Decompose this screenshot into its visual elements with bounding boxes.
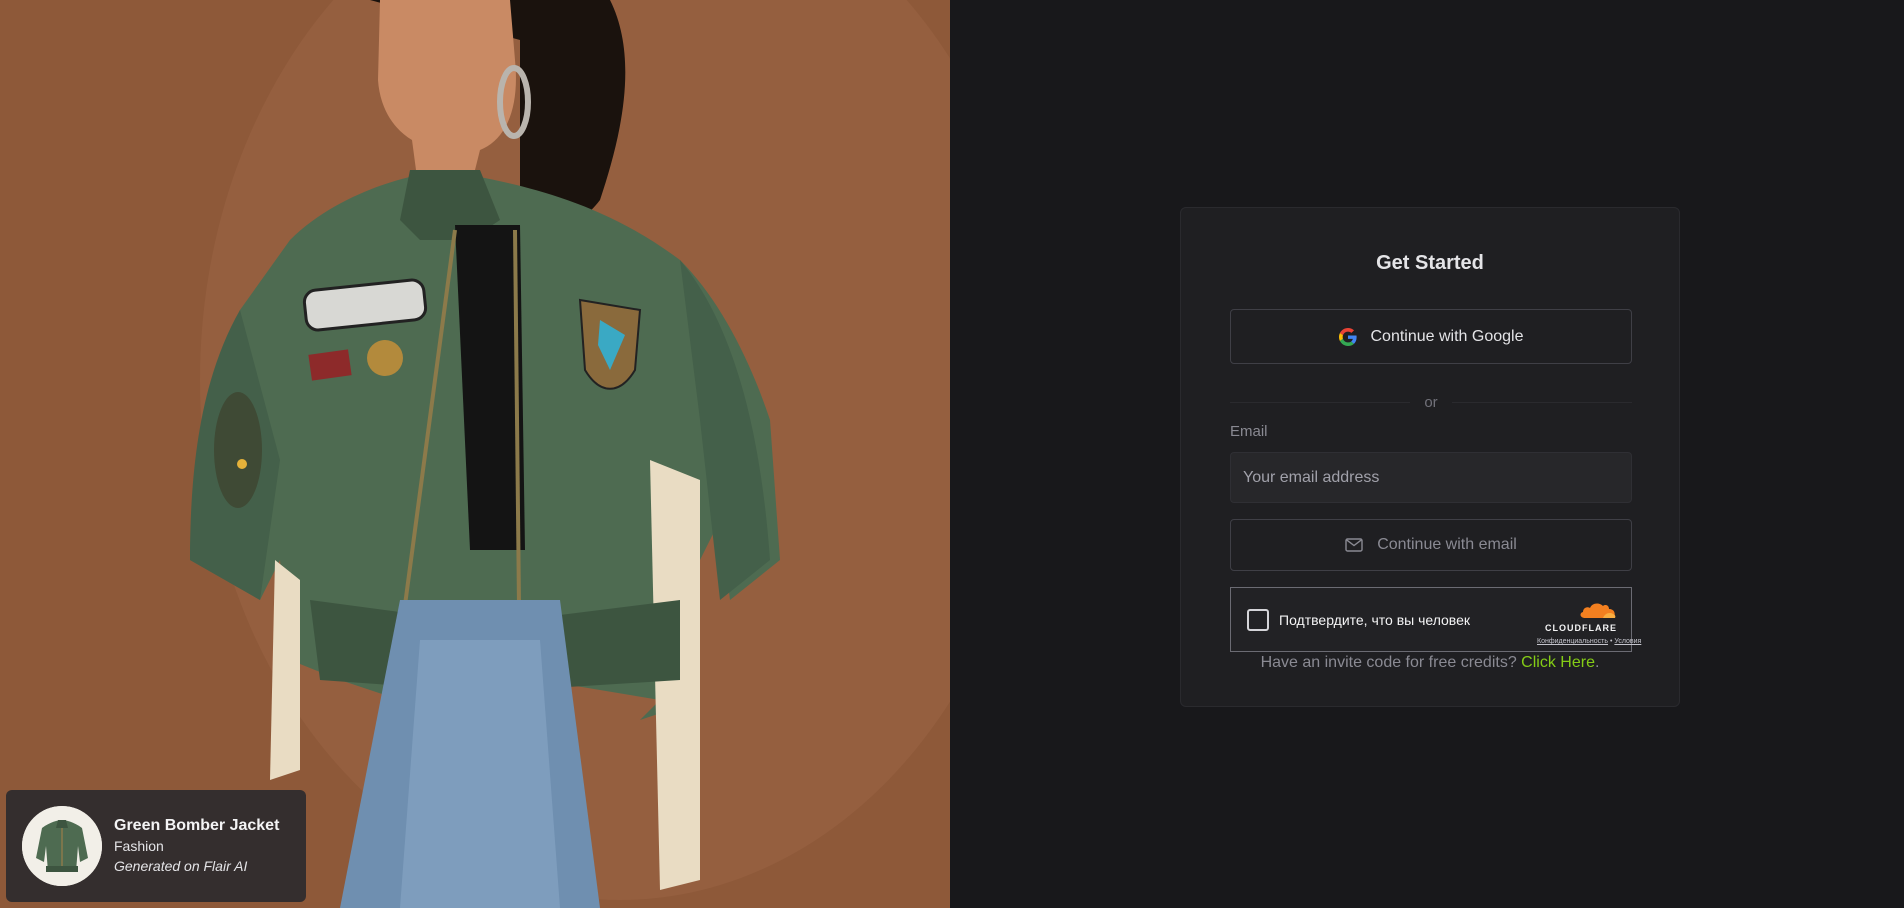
invite-period: . (1594, 654, 1600, 671)
captcha-links: Конфиденциальность • Условия (1537, 638, 1641, 645)
cloudflare-icon (1580, 603, 1616, 618)
caption-generated-by: Generated on Flair AI (114, 858, 248, 874)
jacket-thumbnail-icon (22, 806, 102, 886)
divider-line (1230, 401, 1411, 403)
or-divider: or (1230, 392, 1632, 412)
divider-line (1451, 401, 1632, 403)
privacy-link[interactable]: Конфиденциальность (1537, 638, 1608, 645)
email-input[interactable] (1230, 452, 1632, 503)
captcha-widget: Подтвердите, что вы человек CLOUDFLARE К… (1230, 587, 1641, 652)
invite-code-prompt: Have an invite code for free credits? Cl… (1181, 654, 1679, 672)
captcha-checkbox[interactable] (1247, 609, 1269, 631)
captcha-label: Подтвердите, что вы человек (1279, 612, 1470, 628)
model-illustration (0, 0, 950, 908)
captcha-links-separator: • (1609, 638, 1613, 645)
google-button-label: Continue with Google (1370, 327, 1524, 345)
email-button-label: Continue with email (1377, 536, 1517, 553)
email-label: Email (1230, 423, 1268, 440)
invite-click-here-link[interactable]: Click Here (1521, 654, 1595, 671)
page-title: Get Started (1376, 252, 1484, 274)
divider-text: or (1424, 393, 1438, 411)
terms-link[interactable]: Условия (1614, 638, 1641, 645)
invite-text: Have an invite code for free credits? (1260, 654, 1517, 671)
cloudflare-brand: CLOUDFLARE Конфиденциальность • Условия (1537, 600, 1641, 645)
caption-card: Green Bomber Jacket Fashion Generated on… (6, 790, 306, 902)
product-thumbnail (22, 806, 102, 886)
hero-image: Green Bomber Jacket Fashion Generated on… (0, 0, 950, 908)
continue-with-email-button[interactable]: Continue with email (1230, 519, 1632, 571)
auth-card: Get Started Continue with Google or Emai… (1180, 207, 1680, 707)
caption-title: Green Bomber Jacket (114, 817, 280, 834)
continue-with-google-button[interactable]: Continue with Google (1230, 309, 1632, 364)
cloudflare-wordmark: CLOUDFLARE (1545, 623, 1617, 633)
google-icon (1338, 327, 1357, 346)
mail-icon (1345, 538, 1363, 552)
caption-category: Fashion (114, 838, 164, 854)
